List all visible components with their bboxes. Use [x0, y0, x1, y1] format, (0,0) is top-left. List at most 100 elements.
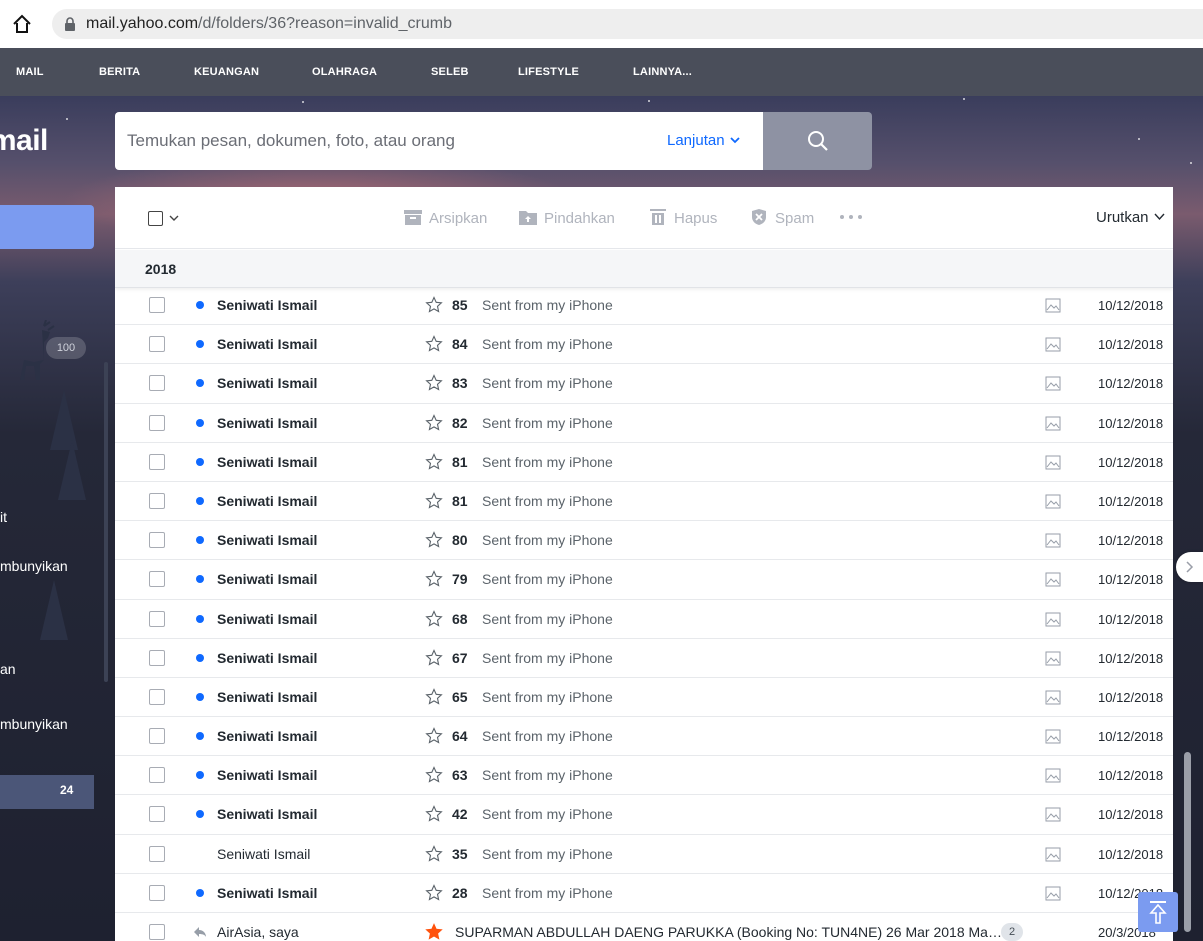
yahoo-mail-logo[interactable]: /mail [0, 124, 48, 158]
message-checkbox[interactable] [149, 767, 165, 784]
nav-berita[interactable]: BERITA [99, 66, 140, 78]
message-row[interactable]: AirAsia, saya SUPARMAN ABDULLAH DAENG PAR… [115, 913, 1173, 941]
message-checkbox[interactable] [149, 532, 165, 549]
sidebar-toggle-hide[interactable]: mbunyikan [0, 716, 68, 732]
message-row[interactable]: Seniwati Ismail 42 Sent from my iPhone 10/1… [115, 795, 1173, 835]
unread-dot[interactable] [196, 732, 204, 741]
sidebar-label[interactable]: it [0, 509, 7, 525]
star-icon[interactable] [425, 766, 443, 784]
message-row[interactable]: Seniwati Ismail 83 Sent from my iPhone 10/1… [115, 364, 1173, 404]
star-icon[interactable] [425, 335, 443, 353]
nav-lifestyle[interactable]: LIFESTYLE [518, 66, 579, 78]
star-icon[interactable] [425, 609, 443, 628]
message-list-scrollbar[interactable] [1184, 752, 1191, 932]
search-button[interactable] [763, 112, 872, 170]
message-row[interactable]: Seniwati Ismail 67 Sent from my iPhone 10/1… [115, 639, 1173, 678]
message-checkbox[interactable] [149, 375, 165, 392]
message-date: 10/12/2018 [1098, 807, 1164, 823]
unread-dot[interactable] [196, 653, 204, 662]
unread-dot[interactable] [196, 379, 204, 388]
star-icon[interactable] [425, 413, 443, 432]
message-checkbox[interactable] [149, 728, 165, 745]
message-row[interactable]: Seniwati Ismail 79 Sent from my iPhone 10/1… [115, 560, 1173, 600]
message-checkbox[interactable] [149, 688, 165, 705]
chevron-down-icon[interactable] [169, 213, 179, 223]
star-icon[interactable] [425, 844, 443, 863]
sidebar-toggle-hide[interactable]: mbunyikan [0, 558, 68, 574]
home-icon[interactable] [12, 14, 32, 34]
delete-button[interactable]: Hapus [648, 207, 728, 229]
message-row[interactable]: Seniwati Ismail 85 Sent from my iPhone 10/1… [115, 286, 1173, 326]
message-checkbox[interactable] [149, 492, 165, 509]
nav-seleb[interactable]: SELEB [431, 66, 469, 78]
message-checkbox[interactable] [149, 336, 165, 353]
unread-dot[interactable] [196, 575, 204, 584]
advanced-search-button[interactable]: Lanjutan [667, 132, 741, 149]
star-icon[interactable] [425, 883, 443, 902]
sidebar-label[interactable]: an [0, 661, 16, 677]
unread-dot[interactable] [196, 888, 204, 897]
message-row[interactable]: Seniwati Ismail 81 Sent from my iPhone 10/1… [115, 443, 1173, 482]
message-checkbox[interactable] [149, 806, 165, 823]
message-row[interactable]: Seniwati Ismail 28 Sent from my iPhone 10/1… [115, 874, 1173, 913]
message-checkbox[interactable] [149, 884, 165, 901]
spam-button[interactable]: Spam [749, 207, 825, 229]
more-dots-icon[interactable] [838, 212, 864, 222]
sidebar-item-active[interactable]: 24 [0, 775, 94, 809]
compose-button[interactable] [0, 205, 94, 249]
message-checkbox[interactable] [149, 649, 165, 666]
message-checkbox[interactable] [149, 610, 165, 627]
nav-lainnya[interactable]: LAINNYA... [633, 66, 692, 78]
message-row[interactable]: Seniwati Ismail 65 Sent from my iPhone 10/1… [115, 678, 1173, 718]
message-checkbox[interactable] [149, 924, 165, 940]
scroll-to-top-button[interactable] [1138, 892, 1178, 932]
message-row[interactable]: Seniwati Ismail 84 Sent from my iPhone 10/1… [115, 325, 1173, 365]
unread-dot[interactable] [196, 457, 204, 466]
nav-mail[interactable]: MAIL [16, 66, 44, 78]
star-icon[interactable] [425, 531, 443, 549]
star-icon[interactable] [425, 570, 443, 588]
message-row[interactable]: Seniwati Ismail 80 Sent from my iPhone 10/1… [115, 521, 1173, 561]
star-icon[interactable] [425, 923, 443, 941]
message-row[interactable]: Seniwati Ismail 81 Sent from my iPhone 10/1… [115, 482, 1173, 522]
archive-button[interactable]: Arsipkan [403, 207, 503, 229]
message-checkbox[interactable] [149, 845, 165, 862]
message-checkbox[interactable] [149, 414, 165, 431]
unread-dot[interactable] [196, 536, 204, 545]
message-checkbox[interactable] [149, 571, 165, 588]
star-icon[interactable] [425, 296, 443, 314]
message-sender: Seniwati Ismail [217, 571, 318, 588]
sort-button[interactable]: Urutkan [1096, 209, 1165, 226]
thread-message-count: 67 [452, 649, 468, 666]
message-checkbox[interactable] [149, 453, 165, 470]
message-row[interactable]: Seniwati Ismail 63 Sent from my iPhone 10/1… [115, 756, 1173, 796]
unread-dot[interactable] [196, 340, 204, 349]
nav-olahraga[interactable]: OLAHRAGA [312, 66, 377, 78]
message-row[interactable]: Seniwati Ismail 64 Sent from my iPhone 10/1… [115, 717, 1173, 757]
message-row[interactable]: Seniwati Ismail 82 Sent from my iPhone 10/1… [115, 404, 1173, 443]
unread-dot[interactable] [196, 810, 204, 819]
unread-dot[interactable] [196, 418, 204, 427]
star-icon[interactable] [425, 727, 443, 745]
url-field[interactable]: mail.yahoo.com/d/folders/36?reason=inval… [52, 9, 1203, 39]
sidebar-scrollbar[interactable] [104, 362, 108, 682]
unread-dot[interactable] [196, 692, 204, 701]
unread-dot[interactable] [196, 496, 204, 505]
message-row[interactable]: Seniwati Ismail 68 Sent from my iPhone 10/1… [115, 600, 1173, 639]
star-icon[interactable] [425, 374, 443, 392]
star-icon[interactable] [425, 452, 443, 471]
unread-dot[interactable] [196, 301, 204, 309]
star-icon[interactable] [425, 492, 443, 510]
nav-keuangan[interactable]: KEUANGAN [194, 66, 259, 78]
star-icon[interactable] [425, 648, 443, 667]
expand-panel-button[interactable] [1176, 552, 1203, 582]
search-input[interactable] [127, 112, 627, 170]
move-button[interactable]: Pindahkan [518, 207, 638, 229]
star-icon[interactable] [425, 688, 443, 706]
select-all-checkbox[interactable] [148, 211, 163, 226]
message-row[interactable]: Seniwati Ismail 35 Sent from my iPhone 10/1… [115, 835, 1173, 874]
unread-dot[interactable] [196, 771, 204, 780]
message-checkbox[interactable] [149, 297, 165, 313]
unread-dot[interactable] [196, 614, 204, 623]
star-icon[interactable] [425, 805, 443, 823]
